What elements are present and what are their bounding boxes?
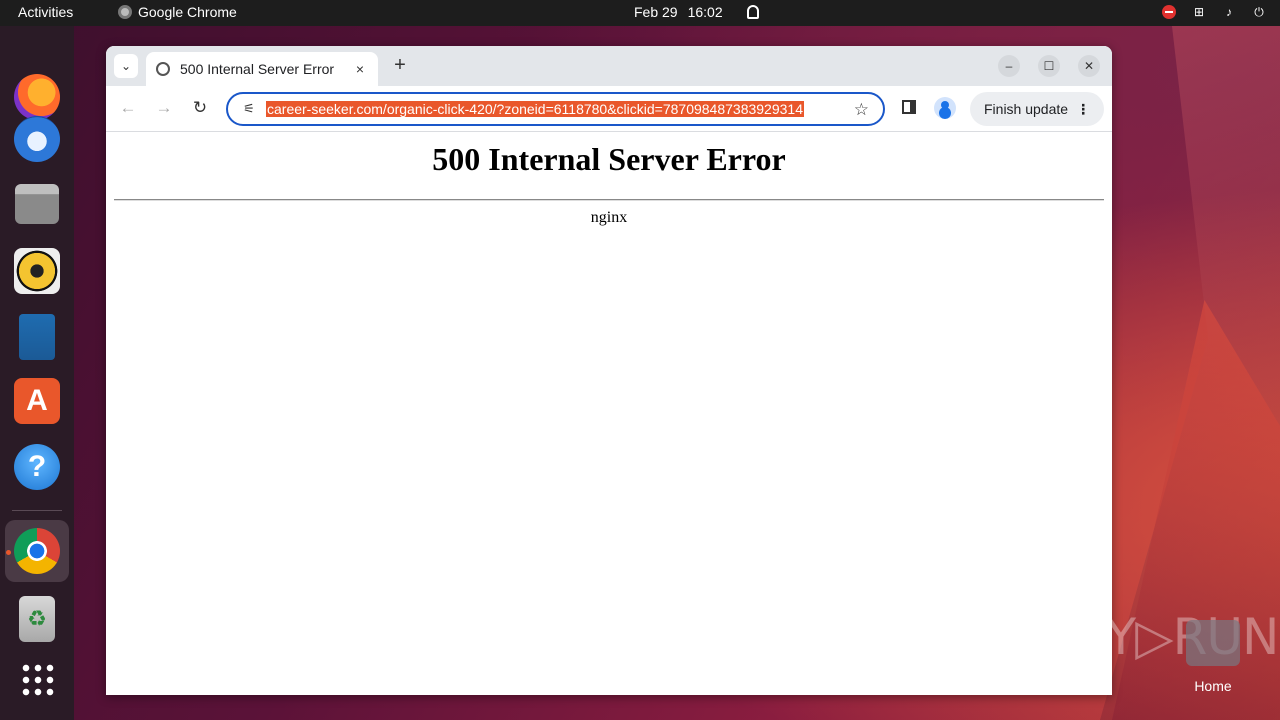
show-apps-icon[interactable]	[20, 662, 54, 696]
error-heading: 500 Internal Server Error	[432, 141, 786, 177]
clock[interactable]: Feb 29 16:02	[634, 4, 759, 20]
app-name: Google Chrome	[138, 4, 237, 20]
top-bar: Activities Google Chrome Feb 29 16:02 ⊞ …	[0, 0, 1280, 26]
app-center-icon[interactable]: A	[14, 378, 60, 424]
chrome-app-icon	[118, 5, 132, 19]
side-panel-icon[interactable]	[902, 100, 916, 114]
watermark-logo: ANY▷RUN	[1036, 608, 1279, 666]
chrome-window: ⌄ 500 Internal Server Error × + – ☐ ✕ ← …	[106, 46, 1112, 695]
tab-search-button[interactable]: ⌄	[114, 54, 138, 78]
rhythmbox-icon[interactable]	[14, 248, 60, 294]
finish-update-label: Finish update	[984, 101, 1069, 117]
home-label: Home	[1194, 678, 1232, 694]
globe-icon	[156, 62, 170, 76]
do-not-disturb-icon	[1162, 5, 1176, 19]
bell-icon	[746, 5, 759, 19]
toolbar: ← → ↻ ⚟ career-seeker.com/organic-click-…	[106, 86, 1112, 132]
tab-close-button[interactable]: ×	[352, 61, 368, 77]
new-tab-button[interactable]: +	[388, 54, 412, 78]
maximize-button[interactable]: ☐	[1038, 55, 1060, 77]
running-indicator	[6, 550, 11, 555]
firefox-icon[interactable]	[14, 74, 60, 120]
home-folder-icon[interactable]	[1186, 620, 1240, 666]
thunderbird-icon[interactable]	[14, 116, 60, 162]
network-icon: ⊞	[1193, 5, 1205, 19]
help-icon[interactable]: ?	[14, 444, 60, 490]
chrome-icon[interactable]	[14, 528, 60, 574]
divider	[114, 199, 1104, 201]
tab-title: 500 Internal Server Error	[180, 61, 335, 77]
power-icon: ⏻	[1254, 5, 1264, 19]
server-name: nginx	[590, 209, 628, 226]
volume-icon: ♪	[1226, 5, 1232, 19]
site-settings-icon[interactable]: ⚟	[234, 101, 264, 117]
profile-icon[interactable]	[934, 97, 956, 119]
files-icon[interactable]	[15, 184, 59, 224]
date-label: Feb 29	[634, 4, 678, 20]
activities-button[interactable]: Activities	[18, 4, 73, 20]
reload-button[interactable]: ↻	[188, 96, 212, 120]
address-bar[interactable]: ⚟ career-seeker.com/organic-click-420/?z…	[226, 92, 885, 126]
forward-button[interactable]: →	[152, 96, 176, 120]
dock-separator	[12, 510, 62, 511]
tab-active[interactable]: 500 Internal Server Error ×	[146, 52, 378, 86]
minimize-button[interactable]: –	[998, 55, 1020, 77]
time-label: 16:02	[687, 4, 723, 20]
finish-update-button[interactable]: Finish update ⋮	[970, 92, 1104, 126]
system-tray[interactable]: ⊞ ♪ ⏻	[1162, 5, 1266, 19]
menu-icon: ⋮	[1076, 100, 1091, 117]
writer-icon[interactable]	[19, 314, 55, 360]
trash-icon[interactable]: ♻	[19, 596, 55, 642]
back-button[interactable]: ←	[116, 96, 140, 120]
tab-strip: ⌄ 500 Internal Server Error × + – ☐ ✕	[106, 46, 1112, 86]
url-text[interactable]: career-seeker.com/organic-click-420/?zon…	[266, 101, 804, 117]
close-window-button[interactable]: ✕	[1078, 55, 1100, 77]
app-menu[interactable]: Google Chrome	[118, 4, 237, 20]
dock: A ? ♻	[0, 26, 74, 720]
page-content: 500 Internal Server Error nginx	[106, 133, 1112, 695]
bookmark-star-icon[interactable]: ☆	[854, 100, 869, 120]
